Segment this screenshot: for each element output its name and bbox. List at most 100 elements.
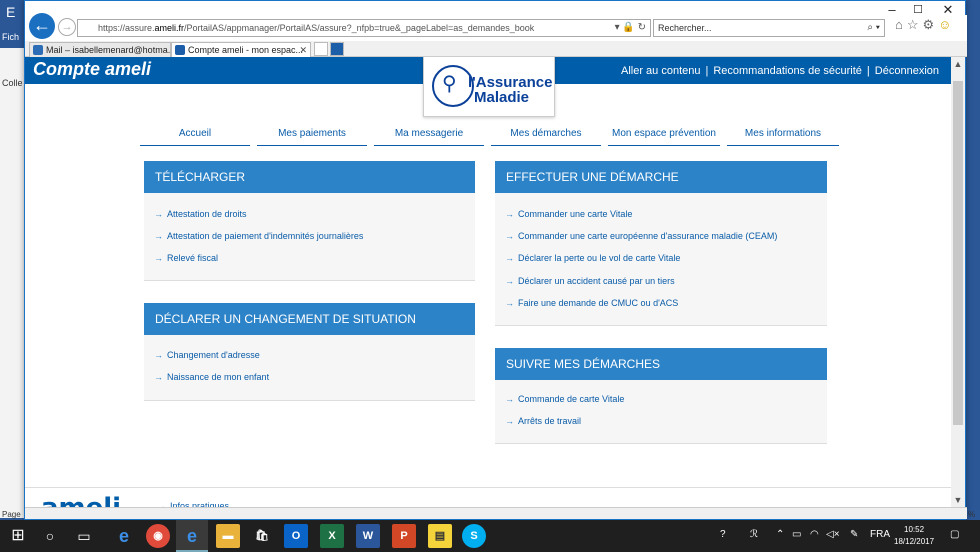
help-icon[interactable]: ? xyxy=(720,529,726,540)
internet-explorer-icon[interactable]: e xyxy=(180,524,204,548)
windows-taskbar: ⊞ ○ ▭ e ◉ e ▬ 🛍 O X W P ▤ S ? ℛ ⌃ ▭ ◠ ◁×… xyxy=(0,520,980,552)
excel-icon[interactable]: X xyxy=(320,524,344,548)
edge-icon[interactable]: e xyxy=(112,524,136,548)
link-commander-ceam[interactable]: → Commander une carte européenne d'assura… xyxy=(505,231,777,241)
link-releve-fiscal[interactable]: → Relevé fiscal xyxy=(154,253,218,263)
arrow-right-icon: → xyxy=(505,416,514,426)
site-brand[interactable]: Compte ameli xyxy=(33,59,151,80)
background-app-title: E xyxy=(6,4,16,20)
security-recommendations-link[interactable]: Recommandations de sécurité xyxy=(713,65,862,77)
wifi-icon[interactable]: ◠ xyxy=(810,529,819,540)
background-menu-file[interactable]: Fich xyxy=(2,32,19,42)
nav-mes-paiements[interactable]: Mes paiements xyxy=(257,127,367,146)
tab-strip: Mail – isabellemenard@hotma... Compte am… xyxy=(25,41,967,57)
arrow-right-icon: → xyxy=(154,372,163,382)
new-tab-icon[interactable] xyxy=(314,42,328,56)
back-arrow-icon[interactable]: ← xyxy=(29,13,55,39)
header-links: Aller au contenu | Recommandations de sécu… xyxy=(620,65,939,77)
link-attestation-paiement-ij[interactable]: → Attestation de paiement d'indemnités jo… xyxy=(154,231,363,241)
footer-divider xyxy=(25,487,953,488)
volume-icon[interactable]: ◁× xyxy=(826,529,840,540)
browser-tools: ⌂☆⚙☺ xyxy=(895,17,955,33)
search-placeholder: Rechercher... xyxy=(658,23,712,33)
link-commande-carte-vitale[interactable]: → Commande de carte Vitale xyxy=(505,394,624,404)
arrow-right-icon: → xyxy=(505,276,514,286)
sticky-notes-icon[interactable]: ▤ xyxy=(428,524,452,548)
clock-time: 10:52 xyxy=(904,525,925,534)
skip-to-content-link[interactable]: Aller au contenu xyxy=(621,65,701,77)
card-effectuer-title: EFFECTUER UNE DÉMARCHE xyxy=(495,161,827,193)
card-telecharger: TÉLÉCHARGER → Attestation de droits → Atte… xyxy=(144,161,475,281)
tab-ameli[interactable]: Compte ameli - mon espac... ✕ xyxy=(171,42,311,57)
link-naissance-enfant[interactable]: → Naissance de mon enfant xyxy=(154,372,269,382)
search-input[interactable]: Rechercher... ⌕ ▾ xyxy=(653,19,885,37)
card-effectuer-demarche: EFFECTUER UNE DÉMARCHE → Commander une ca… xyxy=(495,161,827,326)
link-accident-tiers[interactable]: → Déclarer un accident causé par un tiers xyxy=(505,276,675,286)
word-icon[interactable]: W xyxy=(356,524,380,548)
favorites-star-icon[interactable]: ☆ xyxy=(907,17,923,32)
link-perte-vol-vitale[interactable]: → Déclarer la perte ou le vol de carte Vi… xyxy=(505,253,680,263)
nav-mes-demarches[interactable]: Mes démarches xyxy=(491,127,601,146)
link-arrets-travail[interactable]: → Arrêts de travail xyxy=(505,416,581,426)
tab-mail[interactable]: Mail – isabellemenard@hotma... xyxy=(29,42,171,57)
scroll-up-icon[interactable]: ▲ xyxy=(951,59,965,69)
background-ribbon-label[interactable]: Colle xyxy=(2,78,23,88)
smiley-icon[interactable]: ☺ xyxy=(938,17,955,32)
chrome-icon[interactable]: ◉ xyxy=(146,524,170,548)
home-icon[interactable]: ⌂ xyxy=(895,17,907,32)
system-clock[interactable]: 10:52 18/12/2017 xyxy=(894,524,934,548)
address-toolbar: ← → https://assure.ameli.fr/PortailAS/ap… xyxy=(25,13,967,41)
main-navigation: Accueil Mes paiements Ma messagerie Mes … xyxy=(140,127,840,147)
url-path: /PortailAS/appmanager/PortailAS/assure?_… xyxy=(184,23,535,33)
card-declarer-title: DÉCLARER UN CHANGEMENT DE SITUATION xyxy=(144,303,475,335)
nav-espace-prevention[interactable]: Mon espace prévention xyxy=(608,127,720,146)
nav-accueil[interactable]: Accueil xyxy=(140,127,250,146)
powerpoint-icon[interactable]: P xyxy=(392,524,416,548)
link-changement-adresse[interactable]: → Changement d'adresse xyxy=(154,350,260,360)
arrow-right-icon: → xyxy=(154,253,163,263)
arrow-right-icon: → xyxy=(154,209,163,219)
url-prefix: https://assure. xyxy=(98,23,155,33)
clock-date: 18/12/2017 xyxy=(894,537,935,546)
outlook-icon[interactable]: O xyxy=(284,524,308,548)
browser-status-bar xyxy=(25,507,967,519)
card-declarer-changement: DÉCLARER UN CHANGEMENT DE SITUATION → Cha… xyxy=(144,303,475,401)
pen-icon[interactable]: ✎ xyxy=(850,529,858,540)
logout-link[interactable]: Déconnexion xyxy=(875,65,939,77)
ie-tab-icon[interactable] xyxy=(330,42,344,56)
file-explorer-icon[interactable]: ▬ xyxy=(216,524,240,548)
cortana-search-icon[interactable]: ○ xyxy=(40,526,60,546)
nav-mes-informations[interactable]: Mes informations xyxy=(727,127,839,146)
show-hidden-icons-icon[interactable]: ⌃ xyxy=(776,529,784,540)
link-attestation-droits[interactable]: → Attestation de droits xyxy=(154,209,247,219)
task-view-icon[interactable]: ▭ xyxy=(74,526,94,546)
link-demande-cmuc-acs[interactable]: → Faire une demande de CMUC ou d'ACS xyxy=(505,298,678,308)
scroll-down-icon[interactable]: ▼ xyxy=(951,495,965,505)
arrow-right-icon: → xyxy=(505,394,514,404)
battery-icon[interactable]: ▭ xyxy=(792,529,801,540)
tab-mail-label: Mail – isabellemenard@hotma... xyxy=(46,45,171,55)
forward-arrow-icon[interactable]: → xyxy=(58,18,76,36)
assurance-maladie-logo[interactable]: ⚲ l'Assurance Maladie xyxy=(423,57,555,117)
web-page: Compte ameli Aller au contenu | Recommanda… xyxy=(25,57,953,509)
people-icon[interactable]: ℛ xyxy=(750,529,758,540)
address-bar[interactable]: https://assure.ameli.fr/PortailAS/appman… xyxy=(77,19,651,37)
windows-start-icon[interactable]: ⊞ xyxy=(8,526,28,546)
vertical-scrollbar[interactable]: ▲ ▼ xyxy=(951,57,965,509)
gear-icon[interactable]: ⚙ xyxy=(923,17,939,32)
store-icon[interactable]: 🛍 xyxy=(250,524,274,548)
tab-ameli-label: Compte ameli - mon espac... xyxy=(188,45,304,55)
link-commander-carte-vitale[interactable]: → Commander une carte Vitale xyxy=(505,209,632,219)
search-icon[interactable]: ⌕ ▾ xyxy=(867,20,880,36)
nav-ma-messagerie[interactable]: Ma messagerie xyxy=(374,127,484,146)
logo-line2: Maladie xyxy=(474,89,530,106)
tab-close-icon[interactable]: ✕ xyxy=(299,43,307,57)
background-status-page: Page xyxy=(2,510,21,519)
skype-icon[interactable]: S xyxy=(462,524,486,548)
lock-refresh-icons[interactable]: ▾ 🔒 ↻ xyxy=(615,20,646,36)
language-indicator[interactable]: FRA xyxy=(870,529,890,540)
notifications-icon[interactable]: ▢ xyxy=(950,529,959,540)
scroll-thumb[interactable] xyxy=(953,81,963,425)
logo-text: l'Assurance Maladie xyxy=(468,75,552,105)
card-telecharger-title: TÉLÉCHARGER xyxy=(144,161,475,193)
